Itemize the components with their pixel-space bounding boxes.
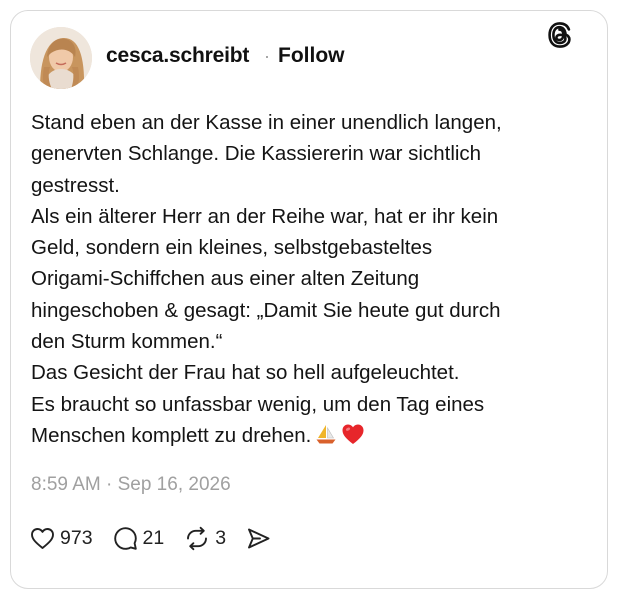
like-button[interactable]: 973 bbox=[30, 527, 93, 550]
reply-count: 21 bbox=[142, 526, 165, 549]
post-text-line: Das Gesicht der Frau hat so hell aufgele… bbox=[31, 361, 460, 385]
repost-icon bbox=[184, 526, 210, 551]
repost-button[interactable]: 3 bbox=[184, 526, 226, 551]
repost-count: 3 bbox=[215, 526, 227, 549]
threads-logo-icon[interactable] bbox=[545, 20, 575, 50]
separator-dot: · bbox=[264, 46, 270, 66]
avatar[interactable] bbox=[30, 27, 92, 89]
heart-icon bbox=[30, 527, 55, 550]
share-button[interactable] bbox=[246, 526, 271, 551]
username[interactable]: cesca.schreibt bbox=[106, 44, 249, 68]
post-text-line: Menschen komplett zu drehen. bbox=[31, 423, 312, 447]
post-text-line: genervten Schlange. Die Kassiererin war … bbox=[31, 142, 482, 166]
post-text-line: Origami-Schiffchen aus einer alten Zeitu… bbox=[31, 267, 420, 291]
sailboat-emoji bbox=[315, 423, 337, 454]
action-bar: 973 21 3 bbox=[30, 524, 291, 552]
follow-button[interactable]: Follow bbox=[278, 44, 345, 68]
share-icon bbox=[246, 526, 271, 551]
post-text-line: Es braucht so unfassbar wenig, um den Ta… bbox=[31, 392, 485, 416]
post-text-line: Stand eben an der Kasse in einer unendli… bbox=[31, 111, 502, 134]
profile-photo bbox=[30, 27, 92, 89]
post-text-line: gestresst. bbox=[31, 173, 120, 197]
post-text-line-last: Menschen komplett zu drehen. bbox=[31, 420, 571, 454]
reply-button[interactable]: 21 bbox=[113, 526, 165, 551]
post-text: Stand eben an der Kasse in einer unendli… bbox=[31, 107, 571, 454]
timestamp[interactable]: 8:59 AM · Sep 16, 2026 bbox=[31, 474, 231, 496]
post-text-line: den Sturm kommen.“ bbox=[31, 330, 223, 354]
like-count: 973 bbox=[60, 526, 93, 549]
post-text-line: Geld, sondern ein kleines, selbstgebaste… bbox=[31, 236, 433, 260]
red-heart-emoji bbox=[341, 423, 365, 454]
post-text-line: Als ein älterer Herr an der Reihe war, h… bbox=[31, 204, 499, 228]
post-text-line: hingeschoben & gesagt: „Damit Sie heute … bbox=[31, 298, 501, 322]
comment-icon bbox=[113, 526, 138, 551]
